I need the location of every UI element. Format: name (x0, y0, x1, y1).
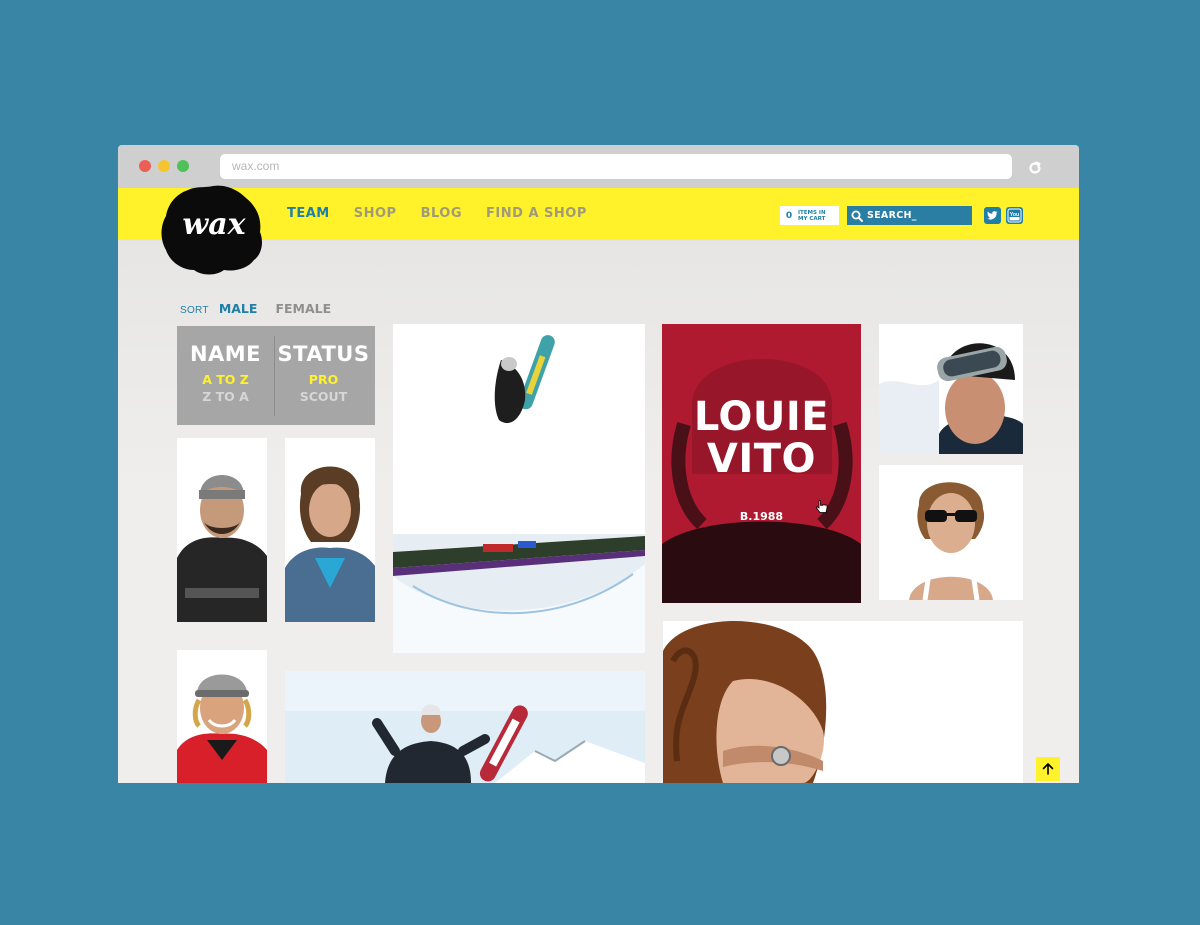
rider-photo-beanie[interactable] (177, 438, 267, 622)
sort-male[interactable]: MALE (219, 301, 258, 316)
page-content: TEAM SHOP BLOG FIND A SHOP 0 ITEMS IN MY… (118, 185, 1079, 783)
filter-status: STATUS PRO SCOUT (275, 326, 372, 425)
rider-photo-cap[interactable] (177, 650, 267, 783)
filter-pro[interactable]: PRO (275, 371, 372, 388)
rider-photo-sunglasses[interactable] (879, 465, 1023, 600)
browser-window: wax.com TEAM SHOP BLOG FIND A SHOP 0 ITE… (118, 145, 1079, 783)
search-icon (847, 206, 867, 225)
filter-a-to-z[interactable]: A TO Z (177, 371, 274, 388)
close-window-button[interactable] (139, 160, 151, 172)
featured-last-name: VITO (706, 436, 817, 482)
filter-name-title: NAME (189, 342, 262, 366)
filter-scout[interactable]: SCOUT (275, 388, 372, 405)
featured-first-name: LOUIE (693, 394, 830, 440)
reload-icon[interactable] (1024, 157, 1046, 179)
wax-logo[interactable]: wax (158, 182, 270, 278)
halfpipe-action-photo[interactable] (393, 324, 645, 653)
address-bar[interactable]: wax.com (220, 154, 1012, 179)
nav-find-a-shop[interactable]: FIND A SHOP (486, 188, 587, 240)
cart-label: ITEMS IN MY CART (798, 210, 838, 222)
search-input[interactable]: SEARCH_ (867, 210, 917, 221)
filter-name: NAME A TO Z Z TO A (177, 326, 274, 425)
nav-team[interactable]: TEAM (287, 188, 330, 240)
sort-label: SORT (180, 305, 209, 316)
rider-photo-goggles[interactable] (879, 324, 1023, 454)
sort-row: SORT MALE FEMALE (180, 301, 349, 316)
twitter-icon[interactable] (984, 207, 1001, 224)
hand-cursor-icon (816, 500, 828, 519)
sort-female[interactable]: FEMALE (275, 301, 331, 316)
minimize-window-button[interactable] (158, 160, 170, 172)
nav-shop[interactable]: SHOP (354, 188, 397, 240)
featured-rider-card[interactable]: LOUIE VITO B.1988 (662, 324, 861, 603)
rider-photo-mullet[interactable] (285, 438, 375, 622)
arrow-up-icon (1042, 763, 1054, 775)
rider-closeup-photo[interactable] (663, 621, 1023, 783)
cart-count: 0 (785, 210, 793, 221)
rider-celebration-photo[interactable] (285, 671, 645, 783)
featured-rider-born: B.1988 (739, 510, 784, 523)
search-box[interactable]: SEARCH_ (847, 206, 972, 225)
youtube-icon[interactable]: You (1006, 207, 1023, 224)
featured-rider-name: LOUIE VITO (662, 396, 861, 480)
filter-status-title: STATUS (277, 342, 370, 366)
logo-text: wax (182, 207, 246, 242)
scroll-to-top-button[interactable] (1036, 757, 1060, 781)
filter-z-to-a[interactable]: Z TO A (177, 388, 274, 405)
filter-panel: NAME A TO Z Z TO A STATUS PRO SCOUT (177, 326, 375, 425)
nav-blog[interactable]: BLOG (421, 188, 462, 240)
main-nav: TEAM SHOP BLOG FIND A SHOP (287, 188, 611, 240)
cart-widget[interactable]: 0 ITEMS IN MY CART (780, 206, 839, 225)
cart-label-line2: MY CART (798, 215, 826, 222)
maximize-window-button[interactable] (177, 160, 189, 172)
